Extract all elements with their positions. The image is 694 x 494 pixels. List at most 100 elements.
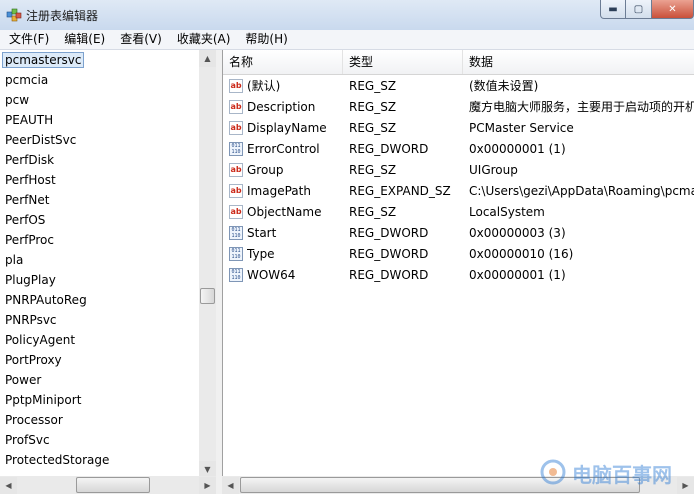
table-row[interactable]: ab DisplayName REG_SZ PCMaster Service [223,118,694,139]
column-header-data[interactable]: 数据 [463,50,694,74]
value-type: REG_DWORD [349,247,429,261]
table-row[interactable]: 011 110 010 WOW64 REG_DWORD 0x00000001 (… [223,265,694,286]
tree-item[interactable]: ProfSvc [0,430,199,450]
tree-item-label: pcmastersvc [2,52,85,68]
table-row[interactable]: ab ImagePath REG_EXPAND_SZ C:\Users\gezi… [223,181,694,202]
window-controls: ▬ ▢ ✕ [600,0,694,21]
tree-vertical-scrollbar[interactable]: ▲ ▼ [199,50,216,478]
tree-item[interactable]: PerfHost [0,170,199,190]
value-type: REG_SZ [349,205,397,219]
value-data: C:\Users\gezi\AppData\Roaming\pcma [469,184,694,198]
watermark: 电脑百事网 [540,455,690,491]
value-rows: ab (默认) REG_SZ (数值未设置) ab Description RE… [223,76,694,286]
watermark-text: 电脑百事网 [572,463,672,487]
value-type: REG_SZ [349,121,397,135]
value-type: REG_EXPAND_SZ [349,184,451,198]
tree-item[interactable]: PortProxy [0,350,199,370]
close-button[interactable]: ✕ [652,0,694,19]
binary-value-icon: 011 110 010 [229,268,243,282]
value-type: REG_SZ [349,100,397,114]
scroll-right-arrow-icon[interactable]: ▶ [199,477,216,494]
value-name: WOW64 [247,268,296,282]
minimize-button[interactable]: ▬ [600,0,626,19]
value-data: 魔方电脑大师服务，主要用于启动项的开机 [469,100,694,114]
tree-item[interactable]: pcmcia [0,70,199,90]
table-row[interactable]: ab Description REG_SZ 魔方电脑大师服务，主要用于启动项的开… [223,97,694,118]
table-row[interactable]: ab ObjectName REG_SZ LocalSystem [223,202,694,223]
value-data: 0x00000001 (1) [469,142,566,156]
string-value-icon: ab [229,79,243,93]
menu-help[interactable]: 帮助(H) [236,30,293,49]
value-data: 0x00000010 (16) [469,247,574,261]
column-header-name[interactable]: 名称 [223,50,343,74]
value-data: 0x00000003 (3) [469,226,566,240]
value-type: REG_DWORD [349,142,429,156]
tree-item[interactable]: PptpMiniport [0,390,199,410]
menu-favorites[interactable]: 收藏夹(A) [168,30,237,49]
binary-value-icon: 011 110 010 [229,247,243,261]
table-row[interactable]: 011 110 010 Type REG_DWORD 0x00000010 (1… [223,244,694,265]
value-name: Start [247,226,277,240]
scrollbar-thumb[interactable] [76,477,150,493]
binary-value-icon: 011 110 010 [229,226,243,240]
string-value-icon: ab [229,184,243,198]
maximize-button[interactable]: ▢ [626,0,652,19]
value-type: REG_SZ [349,79,397,93]
tree-item[interactable]: pcw [0,90,199,110]
tree-item[interactable]: PNRPsvc [0,310,199,330]
tree-item-selected[interactable]: pcmastersvc [0,50,199,70]
tree-item[interactable]: Processor [0,410,199,430]
title-bar: 注册表编辑器 ▬ ▢ ✕ [0,0,694,30]
string-value-icon: ab [229,163,243,177]
scroll-left-arrow-icon[interactable]: ◀ [0,477,17,494]
tree-item[interactable]: PlugPlay [0,270,199,290]
list-header: 名称 类型 数据 [223,50,694,75]
window-title: 注册表编辑器 [26,9,99,23]
tree-item[interactable]: PeerDistSvc [0,130,199,150]
string-value-icon: ab [229,100,243,114]
tree-item[interactable]: PerfNet [0,190,199,210]
value-type: REG_SZ [349,163,397,177]
tree-item[interactable]: PNRPAutoReg [0,290,199,310]
value-data: 0x00000001 (1) [469,268,566,282]
tree-item[interactable]: Power [0,370,199,390]
string-value-icon: ab [229,121,243,135]
table-row[interactable]: 011 110 010 Start REG_DWORD 0x00000003 (… [223,223,694,244]
menu-bar: 文件(F) 编辑(E) 查看(V) 收藏夹(A) 帮助(H) [0,30,694,50]
tree-list: pcmastersvc pcmcia pcw PEAUTH PeerDistSv… [0,50,199,478]
string-value-icon: ab [229,205,243,219]
value-name: (默认) [247,79,281,93]
scroll-left-arrow-icon[interactable]: ◀ [222,477,239,494]
tree-item[interactable]: pla [0,250,199,270]
tree-item[interactable]: PerfDisk [0,150,199,170]
tree-item[interactable]: ProtectedStorage [0,450,199,470]
value-type: REG_DWORD [349,268,429,282]
tree-horizontal-scrollbar[interactable]: ◀ ▶ [0,476,216,494]
tree-item[interactable]: PerfProc [0,230,199,250]
value-name: Group [247,163,284,177]
menu-view[interactable]: 查看(V) [111,30,168,49]
value-name: Description [247,100,316,114]
table-row[interactable]: 011 110 010 ErrorControl REG_DWORD 0x000… [223,139,694,160]
menu-edit[interactable]: 编辑(E) [55,30,111,49]
registry-editor-icon [6,8,22,22]
column-header-type[interactable]: 类型 [343,50,463,74]
scroll-up-arrow-icon[interactable]: ▲ [199,50,216,67]
value-name: Type [247,247,275,261]
value-data: UIGroup [469,163,518,177]
value-data: LocalSystem [469,205,545,219]
tree-item[interactable]: PEAUTH [0,110,199,130]
value-name: ImagePath [247,184,311,198]
binary-value-icon: 011 110 010 [229,142,243,156]
value-name: ObjectName [247,205,322,219]
value-type: REG_DWORD [349,226,429,240]
tree-item[interactable]: PolicyAgent [0,330,199,350]
menu-file[interactable]: 文件(F) [0,30,55,49]
value-name: DisplayName [247,121,327,135]
value-data: PCMaster Service [469,121,574,135]
registry-values-list: 名称 类型 数据 ab (默认) REG_SZ (数值未设置) ab Descr… [222,50,694,476]
tree-item[interactable]: PerfOS [0,210,199,230]
table-row[interactable]: ab (默认) REG_SZ (数值未设置) [223,76,694,97]
scrollbar-thumb[interactable] [200,288,215,304]
table-row[interactable]: ab Group REG_SZ UIGroup [223,160,694,181]
